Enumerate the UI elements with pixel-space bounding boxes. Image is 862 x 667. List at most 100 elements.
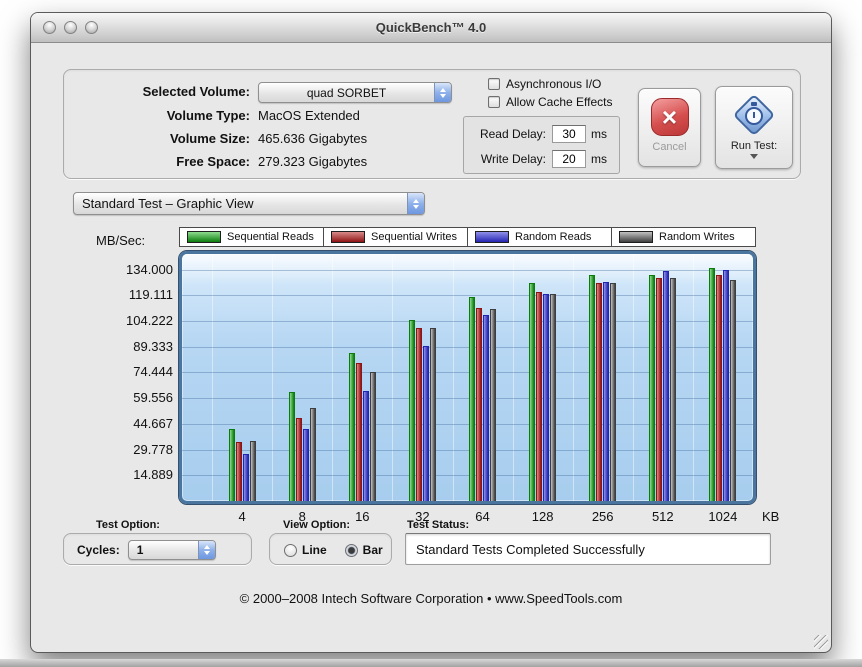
run-test-button-label: Run Test: [730, 140, 778, 152]
run-test-menu-arrow-icon [750, 154, 758, 159]
legend-swatch [331, 231, 365, 243]
y-tick-label: 89.333 [133, 338, 173, 354]
read-delay-input[interactable] [552, 125, 586, 143]
legend-item: Sequential Writes [323, 228, 467, 246]
legend-label: Sequential Writes [371, 231, 458, 243]
y-tick-label: 14.889 [133, 467, 173, 483]
bar [603, 281, 610, 501]
bar [663, 271, 670, 501]
bar [610, 283, 617, 501]
title-bar[interactable]: QuickBench™ 4.0 [31, 13, 831, 43]
app-window: QuickBench™ 4.0 Selected Volume: quad SO… [30, 12, 832, 653]
write-delay-unit: ms [591, 152, 607, 166]
bar [483, 314, 489, 501]
bar [536, 292, 543, 501]
cycles-stepper[interactable]: 1 [127, 540, 216, 560]
bar [649, 274, 656, 501]
selected-volume-value: quad SORBET [306, 85, 387, 100]
y-axis-unit-label: MB/Sec: [96, 233, 146, 248]
free-space-label: Free Space: [176, 154, 250, 169]
bar [476, 307, 482, 501]
run-test-button[interactable]: Run Test: [715, 86, 793, 169]
legend-item: Random Reads [467, 228, 611, 246]
line-radio[interactable] [284, 543, 297, 557]
view-option-label: View Option: [283, 519, 351, 531]
cache-effects-checkbox[interactable] [488, 96, 500, 108]
resize-grip[interactable] [814, 635, 828, 649]
y-tick-label: 44.667 [133, 415, 173, 431]
vertical-gridline [392, 254, 394, 501]
bar [589, 274, 596, 501]
y-axis: 134.000 119.111 104.222 89.333 74.444 59.556 4… [85, 254, 173, 501]
x-tick-label: 128 [531, 509, 554, 524]
bar [469, 297, 475, 501]
x-axis-unit-label: KB [762, 509, 780, 524]
bar [309, 407, 316, 501]
bar [362, 390, 369, 501]
vertical-gridline [452, 254, 454, 501]
bar-radio-option[interactable]: Bar [344, 543, 383, 557]
bar [415, 328, 422, 501]
stopwatch-icon [730, 91, 778, 139]
legend-item: Sequential Reads [180, 228, 323, 246]
bar [543, 293, 550, 501]
popup-arrows-icon [434, 83, 451, 102]
bar [730, 279, 737, 501]
y-tick-label: 104.222 [126, 313, 173, 328]
free-space-value: 279.323 Gigabytes [258, 154, 368, 169]
vertical-gridline [332, 254, 334, 501]
volume-size-value: 465.636 Gigabytes [258, 131, 368, 146]
legend-item: Random Writes [611, 228, 755, 246]
bar [422, 345, 429, 501]
test-view-select[interactable]: Standard Test – Graphic View [73, 192, 425, 215]
cache-effects-checkbox-row: Allow Cache Effects [488, 95, 613, 109]
bar [550, 293, 557, 501]
cycles-value: 1 [136, 543, 144, 557]
selected-volume-label: Selected Volume: [142, 84, 250, 99]
test-view-value: Standard Test – Graphic View [82, 196, 254, 211]
legend-swatch [187, 231, 221, 243]
desktop-edge [0, 659, 862, 667]
bar [228, 428, 235, 501]
window-title: QuickBench™ 4.0 [375, 20, 487, 35]
vertical-gridline [752, 254, 753, 501]
stepper-arrows-icon [197, 541, 215, 559]
read-delay-label: Read Delay: [479, 127, 546, 141]
bar [302, 428, 309, 501]
bar [529, 283, 536, 501]
bar [709, 267, 716, 501]
legend-swatch [475, 231, 509, 243]
cancel-x-icon: × [650, 98, 689, 136]
cancel-button[interactable]: × Cancel [638, 88, 701, 167]
line-radio-label: Line [302, 543, 327, 557]
footer-copyright: © 2000–2008 Intech Software Corporation … [239, 591, 623, 606]
volume-size-label: Volume Size: [170, 131, 250, 146]
x-tick-label: 256 [591, 509, 614, 524]
bar [408, 319, 415, 501]
y-tick-label: 119.111 [128, 287, 173, 303]
chart-legend: Sequential Reads Sequential Writes Random … [179, 227, 756, 247]
volume-panel: Selected Volume: quad SORBET Volume Type… [63, 69, 801, 179]
test-status-label: Test Status: [407, 519, 470, 531]
async-io-checkbox[interactable] [488, 78, 500, 90]
cancel-button-label: Cancel [652, 141, 687, 153]
write-delay-label: Write Delay: [480, 152, 546, 166]
selected-volume-select[interactable]: quad SORBET [258, 82, 452, 103]
x-tick-label: 4 [238, 509, 246, 524]
bar [596, 283, 603, 501]
bar [249, 440, 256, 501]
vertical-gridline [632, 254, 634, 501]
chart-frame [179, 251, 756, 504]
view-option-box: Line Bar [269, 533, 392, 565]
bar-radio[interactable] [344, 543, 358, 557]
popup-arrows-icon [407, 193, 424, 214]
vertical-gridline [572, 254, 574, 501]
vertical-gridline [512, 254, 514, 501]
delay-group-box: Read Delay: ms Write Delay: ms [463, 116, 620, 174]
line-radio-option[interactable]: Line [284, 543, 327, 557]
async-io-checkbox-row: Asynchronous I/O [488, 77, 601, 91]
y-tick-label: 59.556 [133, 390, 173, 406]
bar [235, 442, 242, 501]
write-delay-input[interactable] [552, 150, 586, 168]
bar-radio-label: Bar [362, 543, 383, 557]
